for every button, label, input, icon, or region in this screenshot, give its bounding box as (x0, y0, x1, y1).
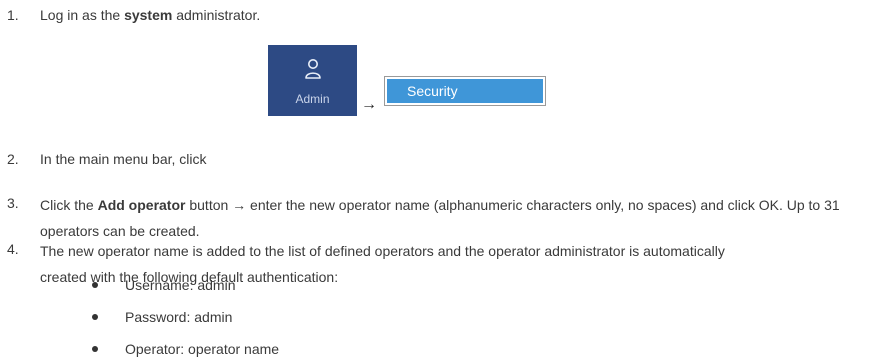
bullet-text: Operator: operator name (125, 341, 280, 357)
security-menu-item[interactable]: Security (384, 76, 546, 106)
step-text: In the main menu bar, click (40, 151, 207, 167)
step-text-part: Log in as the (40, 7, 125, 23)
user-icon (305, 59, 321, 79)
bullet-text: Password: admin (125, 309, 233, 325)
step-3: 3. Click the Add operator button → enter… (0, 192, 890, 240)
security-button-label: Security (387, 79, 543, 103)
step-text-part: administrator. (172, 7, 261, 23)
admin-menu-button[interactable]: Admin (268, 45, 357, 116)
bullet-text: Username: admin (125, 277, 236, 293)
bullet-dot (92, 314, 98, 320)
step-text-part: Click the (40, 197, 98, 213)
step-text: Log in as the system administrator. (40, 4, 890, 26)
bullet-dot (92, 282, 98, 288)
bullet-dot (92, 346, 98, 352)
step-bold-term: Add operator (97, 197, 186, 213)
admin-button-label: Admin (295, 92, 330, 106)
step-number: 2. (7, 151, 19, 167)
step-bold-term: system (124, 7, 173, 23)
step-text: Click the Add operator button → enter th… (40, 192, 890, 244)
step-number: 1. (7, 7, 19, 23)
arrow-icon: → (361, 96, 377, 113)
step-number: 4. (7, 241, 19, 257)
step-number: 3. (7, 195, 19, 211)
